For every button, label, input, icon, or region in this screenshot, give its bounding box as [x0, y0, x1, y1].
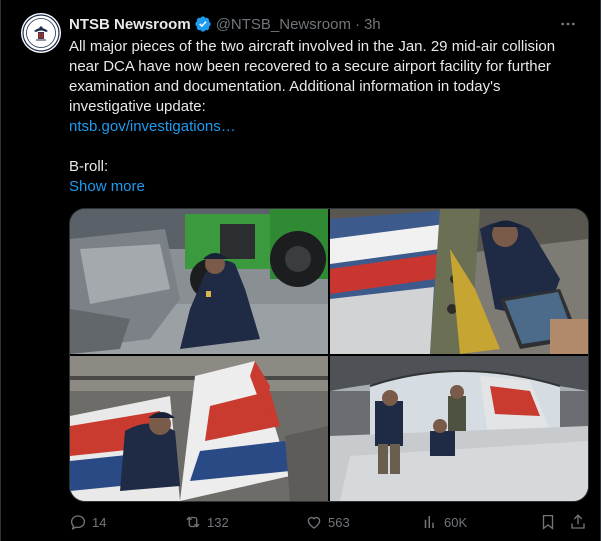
tweet-text: All major pieces of the two aircraft inv… — [69, 38, 556, 115]
investigations-link[interactable]: ntsb.gov/investigations… — [69, 118, 236, 135]
like-count: 563 — [328, 514, 350, 530]
timestamp[interactable]: 3h — [364, 16, 381, 33]
reply-count: 14 — [92, 514, 107, 530]
like-icon — [307, 516, 321, 529]
tweet-header: NTSB Newsroom @NTSB_Newsroom · 3h — [69, 14, 580, 34]
repost-count: 132 — [207, 514, 229, 530]
share-button[interactable] — [569, 511, 587, 533]
media-photo-3[interactable] — [70, 356, 328, 501]
repost-button[interactable]: 132 — [184, 511, 229, 533]
media-grid — [69, 208, 589, 502]
show-more-link[interactable]: Show more — [69, 177, 145, 197]
repost-icon — [186, 516, 200, 528]
views-button[interactable]: 60K — [421, 511, 467, 533]
tweet-body: All major pieces of the two aircraft inv… — [69, 37, 584, 197]
bookmark-icon — [542, 514, 554, 530]
handle[interactable]: @NTSB_Newsroom — [216, 16, 351, 33]
share-icon — [571, 514, 585, 529]
views-count: 60K — [444, 514, 468, 530]
action-bar: 14 132 563 60K — [69, 511, 587, 533]
ntsb-seal-icon — [22, 14, 60, 52]
separator-dot: · — [354, 15, 360, 33]
media-photo-1[interactable] — [70, 209, 328, 354]
media-photo-2[interactable] — [330, 209, 588, 354]
reply-icon — [70, 515, 86, 531]
like-button[interactable]: 563 — [305, 511, 350, 533]
verified-icon[interactable] — [194, 15, 212, 33]
views-icon — [424, 516, 434, 528]
media-photo-4[interactable] — [330, 356, 588, 501]
display-name[interactable]: NTSB Newsroom — [69, 16, 191, 33]
tweet[interactable]: NTSB Newsroom @NTSB_Newsroom · 3h All ma… — [0, 0, 601, 541]
avatar[interactable] — [21, 13, 61, 53]
broll-label: B-roll: — [69, 158, 109, 175]
reply-button[interactable]: 14 — [69, 511, 106, 533]
more-icon[interactable] — [556, 12, 580, 36]
bookmark-button[interactable] — [539, 511, 557, 533]
